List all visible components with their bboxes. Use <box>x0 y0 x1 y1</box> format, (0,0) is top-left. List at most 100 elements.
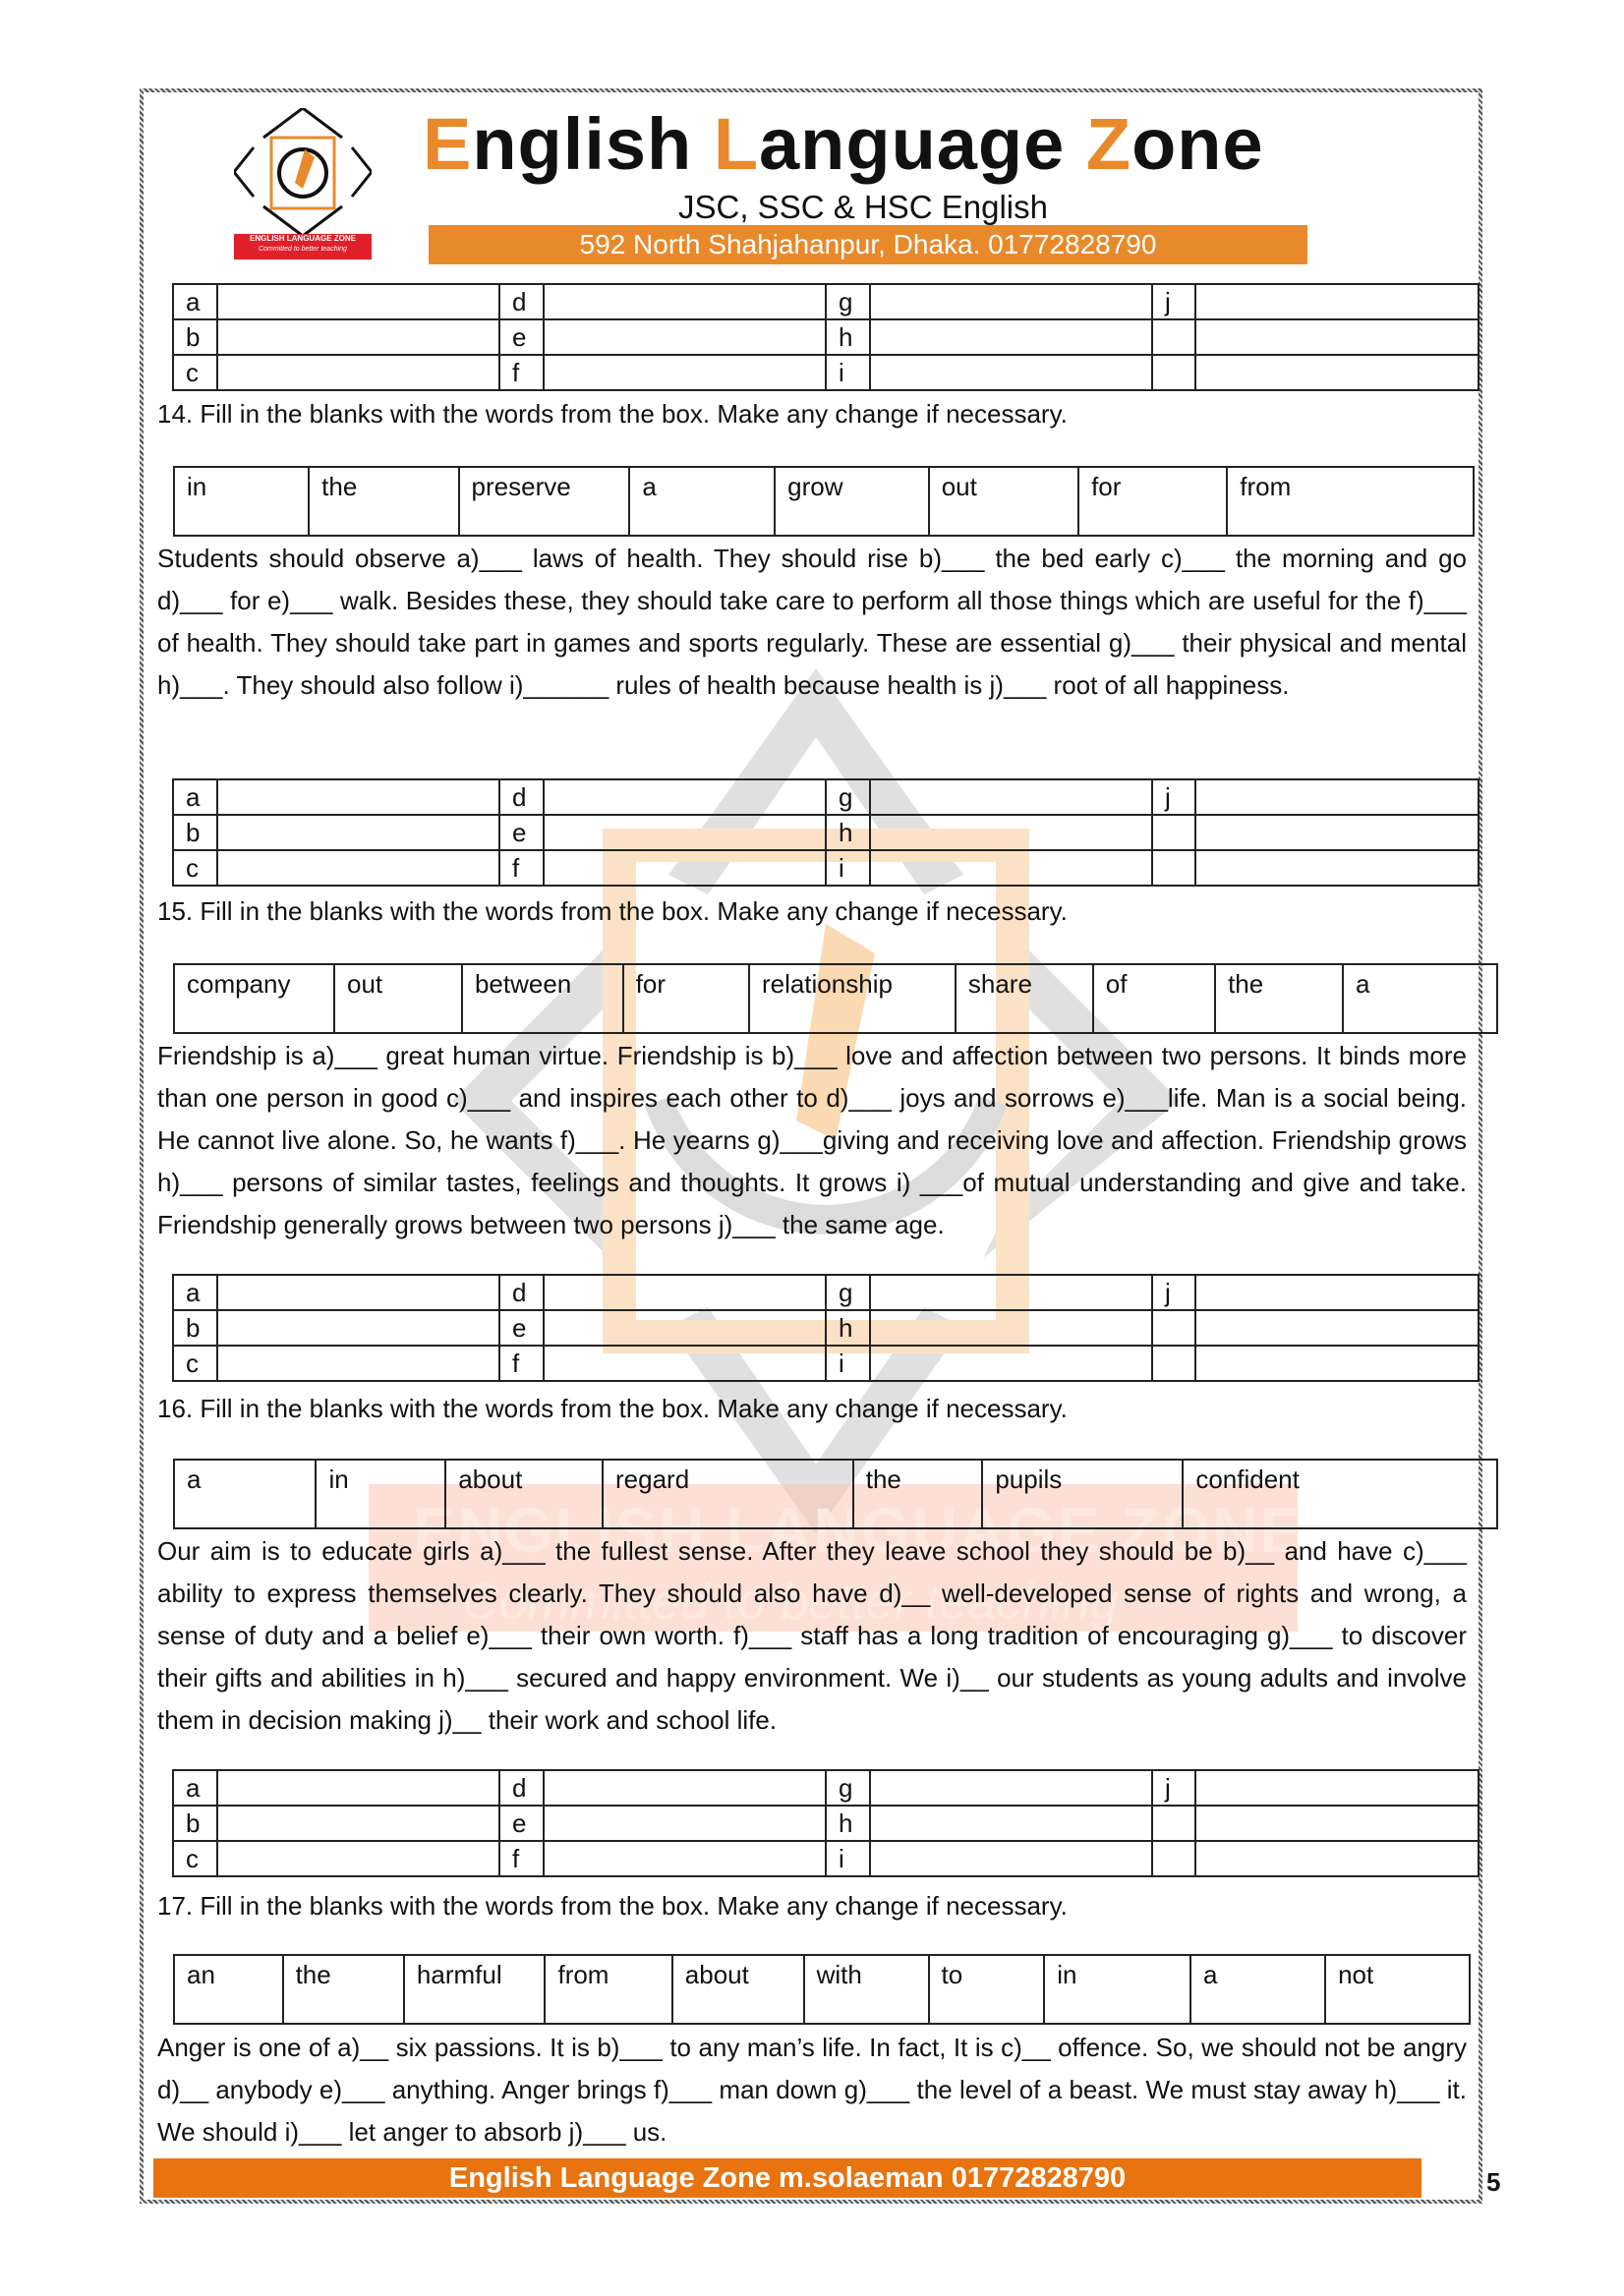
answer-blank[interactable] <box>868 1274 1153 1311</box>
answer-blank[interactable] <box>1194 283 1479 320</box>
word-option: the <box>308 466 460 537</box>
answer-blank[interactable] <box>215 1805 500 1842</box>
answer-blank[interactable] <box>215 354 500 391</box>
answer-blank[interactable] <box>868 849 1153 887</box>
answer-blank[interactable] <box>868 283 1153 320</box>
answer-blank[interactable] <box>868 1309 1153 1347</box>
answer-blank[interactable] <box>868 1840 1153 1877</box>
brand-cap-e: E <box>423 103 473 185</box>
answer-label: j <box>1150 1274 1197 1311</box>
word-option: to <box>927 1954 1046 2025</box>
answer-label: f <box>497 354 545 391</box>
answer-blank[interactable] <box>215 849 500 887</box>
answer-label: e <box>497 814 545 851</box>
word-box: an the harmful from about with to in a not <box>173 1954 1471 2025</box>
answer-label: f <box>497 1345 545 1382</box>
answer-blank[interactable] <box>542 778 827 816</box>
answer-label: g <box>824 283 871 320</box>
answer-blank[interactable] <box>215 1309 500 1347</box>
answer-row: adgj <box>172 778 1479 816</box>
answer-label: e <box>497 1805 545 1842</box>
answer-blank[interactable] <box>1194 354 1479 391</box>
answer-blank[interactable] <box>542 1805 827 1842</box>
answer-label <box>1150 814 1197 851</box>
answer-row: beh <box>172 318 1479 356</box>
answer-blank[interactable] <box>542 1840 827 1877</box>
answer-blank[interactable] <box>215 814 500 851</box>
answer-blank[interactable] <box>542 354 827 391</box>
answer-blank[interactable] <box>1194 814 1479 851</box>
answer-blank[interactable] <box>1194 1309 1479 1347</box>
answer-blank[interactable] <box>1194 1345 1479 1382</box>
word-option: relationship <box>747 963 957 1034</box>
passage: Anger is one of a)__ six passions. It is… <box>157 2033 1467 2147</box>
answer-blank[interactable] <box>868 318 1153 356</box>
answer-label: h <box>824 1309 871 1347</box>
word-option: harmful <box>402 1954 547 2025</box>
answer-blank[interactable] <box>542 1274 827 1311</box>
answer-blank[interactable] <box>215 1769 500 1807</box>
brand-cap-z: Z <box>1085 103 1132 185</box>
answer-label: b <box>172 1805 218 1842</box>
answer-blank[interactable] <box>215 1274 500 1311</box>
word-option: not <box>1324 1954 1471 2025</box>
answer-label: d <box>497 1274 545 1311</box>
answer-label: a <box>172 778 218 816</box>
answer-blank[interactable] <box>1194 1274 1479 1311</box>
answer-blank[interactable] <box>1194 849 1479 887</box>
answer-blank[interactable] <box>542 849 827 887</box>
answer-blank[interactable] <box>542 814 827 851</box>
answer-label: h <box>824 318 871 356</box>
word-option: grow <box>774 466 930 537</box>
word-box: a in about regard the pupils confident <box>172 1459 1498 1529</box>
answer-blank[interactable] <box>868 354 1153 391</box>
answer-label: b <box>172 814 218 851</box>
word-box: company out between for relationship share of t… <box>173 963 1498 1034</box>
answer-label <box>1150 849 1197 887</box>
answer-blank[interactable] <box>1194 1769 1479 1807</box>
answer-blank[interactable] <box>215 1345 500 1382</box>
answer-blank[interactable] <box>215 778 500 816</box>
brand-text-e: nglish <box>472 103 714 185</box>
answer-blank[interactable] <box>868 1345 1153 1382</box>
answer-label: i <box>824 354 871 391</box>
answer-blank[interactable] <box>1194 1840 1479 1877</box>
answer-label: d <box>497 283 545 320</box>
answer-row: beh <box>172 1309 1479 1347</box>
answer-blank[interactable] <box>868 1805 1153 1842</box>
answer-blank[interactable] <box>215 318 500 356</box>
answer-label: i <box>824 1345 871 1382</box>
answer-label <box>1150 354 1197 391</box>
answer-blank[interactable] <box>868 1769 1153 1807</box>
answer-blank[interactable] <box>1194 1805 1479 1842</box>
brand-text-l: anguage <box>759 103 1086 185</box>
word-option: an <box>173 1954 284 2025</box>
answer-blank[interactable] <box>542 318 827 356</box>
answer-blank[interactable] <box>542 283 827 320</box>
word-option: pupils <box>981 1459 1185 1529</box>
answer-blank[interactable] <box>215 283 500 320</box>
word-option: out <box>927 466 1080 537</box>
answer-row: beh <box>172 1805 1479 1842</box>
answer-label: a <box>172 1274 218 1311</box>
logo-badge-tagline: Committed to better teaching <box>259 246 347 253</box>
answer-blank[interactable] <box>1194 778 1479 816</box>
word-option: for <box>621 963 750 1034</box>
answer-blank[interactable] <box>868 778 1153 816</box>
answer-grid-4: a d g j b e h c f i <box>172 1769 1479 1877</box>
word-option: preserve <box>457 466 631 537</box>
answer-label: g <box>824 1274 871 1311</box>
answer-blank[interactable] <box>868 814 1153 851</box>
word-option: a <box>1189 1954 1327 2025</box>
answer-label <box>1150 1345 1197 1382</box>
answer-label: d <box>497 1769 545 1807</box>
answer-label: f <box>497 1840 545 1877</box>
answer-row: cfi <box>172 354 1479 391</box>
answer-blank[interactable] <box>542 1769 827 1807</box>
answer-blank[interactable] <box>542 1309 827 1347</box>
answer-blank[interactable] <box>215 1840 500 1877</box>
answer-blank[interactable] <box>1194 318 1479 356</box>
answer-label: h <box>824 814 871 851</box>
answer-label: j <box>1150 283 1197 320</box>
answer-blank[interactable] <box>542 1345 827 1382</box>
